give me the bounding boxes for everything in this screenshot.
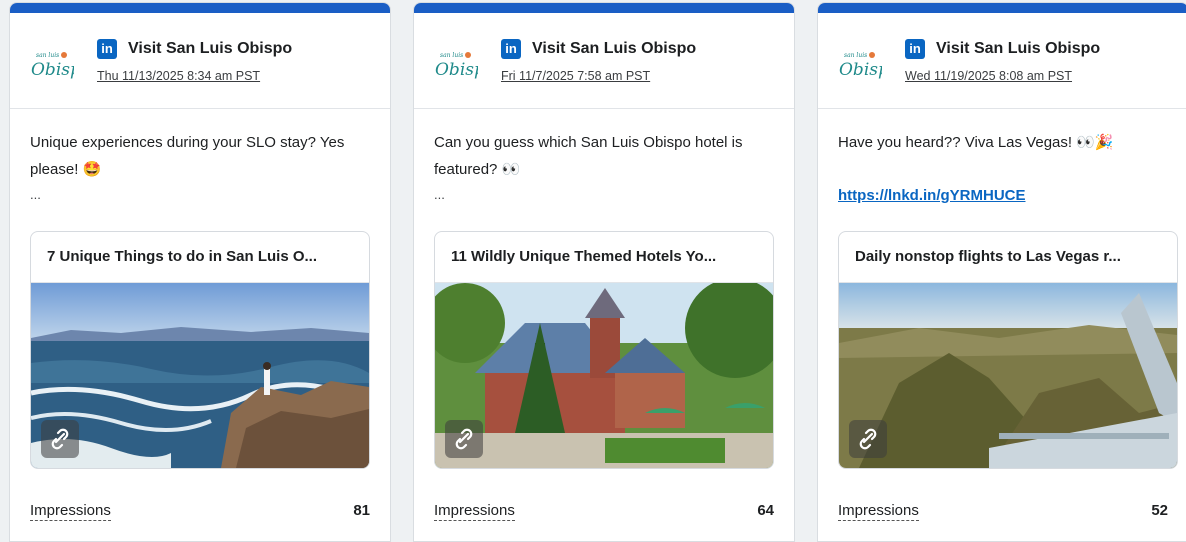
preview-title[interactable]: Daily nonstop flights to Las Vegas r... xyxy=(839,232,1177,283)
card-topbar xyxy=(414,3,794,13)
impressions-value: 64 xyxy=(757,502,774,519)
more-ellipsis[interactable]: ... xyxy=(434,187,445,202)
preview-image-hotel xyxy=(435,283,773,468)
link-icon[interactable] xyxy=(445,420,483,458)
link-icon[interactable] xyxy=(849,420,887,458)
svg-text:san luis: san luis xyxy=(844,52,867,59)
post-date[interactable]: Thu 11/13/2025 8:34 am PST xyxy=(97,69,260,83)
card-header: san luis Obispo in Visit San Luis Obispo… xyxy=(818,13,1186,109)
card-topbar xyxy=(818,3,1186,13)
impressions-value: 81 xyxy=(353,502,370,519)
link-preview[interactable]: 11 Wildly Unique Themed Hotels Yo... xyxy=(434,231,774,469)
link-preview[interactable]: Daily nonstop flights to Las Vegas r... xyxy=(838,231,1178,469)
impressions-label[interactable]: Impressions xyxy=(434,502,515,521)
impressions-label[interactable]: Impressions xyxy=(30,502,111,521)
impressions-value: 52 xyxy=(1151,502,1168,519)
svg-text:Obispo: Obispo xyxy=(435,60,478,80)
account-name[interactable]: Visit San Luis Obispo xyxy=(128,39,292,59)
post-date[interactable]: Fri 11/7/2025 7:58 am PST xyxy=(501,69,650,83)
post-card-2[interactable]: san luis Obispo in Visit San Luis Obispo… xyxy=(413,2,795,542)
card-topbar xyxy=(10,3,390,13)
svg-text:Obispo: Obispo xyxy=(839,60,882,80)
preview-image-aerial xyxy=(839,283,1177,468)
post-text: Unique experiences during your SLO stay?… xyxy=(30,134,345,178)
linkedin-icon: in xyxy=(905,39,925,59)
link-icon[interactable] xyxy=(41,420,79,458)
linkedin-icon: in xyxy=(501,39,521,59)
account-name[interactable]: Visit San Luis Obispo xyxy=(532,39,696,59)
post-text: Can you guess which San Luis Obispo hote… xyxy=(434,134,743,178)
card-header: san luis Obispo in Visit San Luis Obispo… xyxy=(414,13,794,109)
preview-title[interactable]: 7 Unique Things to do in San Luis O... xyxy=(31,232,369,283)
post-date[interactable]: Wed 11/19/2025 8:08 am PST xyxy=(905,69,1072,83)
more-ellipsis[interactable]: ... xyxy=(30,187,41,202)
preview-image-coast xyxy=(31,283,369,468)
svg-text:san luis: san luis xyxy=(440,52,463,59)
impressions-label[interactable]: Impressions xyxy=(838,502,919,521)
post-card-3[interactable]: san luis Obispo in Visit San Luis Obispo… xyxy=(817,2,1186,542)
visit-slo-logo: san luis Obispo xyxy=(839,52,882,80)
post-card-1[interactable]: san luis Obispo in Visit San Luis Obispo… xyxy=(9,2,391,542)
svg-text:Obispo: Obispo xyxy=(31,60,74,80)
preview-title[interactable]: 11 Wildly Unique Themed Hotels Yo... xyxy=(435,232,773,283)
post-shortlink[interactable]: https://lnkd.in/gYRMHUCE xyxy=(838,187,1026,204)
linkedin-icon: in xyxy=(97,39,117,59)
svg-text:san luis: san luis xyxy=(36,52,59,59)
post-text: Have you heard?? Viva Las Vegas! 👀🎉 xyxy=(838,134,1114,151)
card-header: san luis Obispo in Visit San Luis Obispo… xyxy=(10,13,390,109)
link-preview[interactable]: 7 Unique Things to do in San Luis O... xyxy=(30,231,370,469)
visit-slo-logo: san luis Obispo xyxy=(435,52,478,80)
visit-slo-logo: san luis Obispo xyxy=(31,52,74,80)
account-name[interactable]: Visit San Luis Obispo xyxy=(936,39,1100,59)
